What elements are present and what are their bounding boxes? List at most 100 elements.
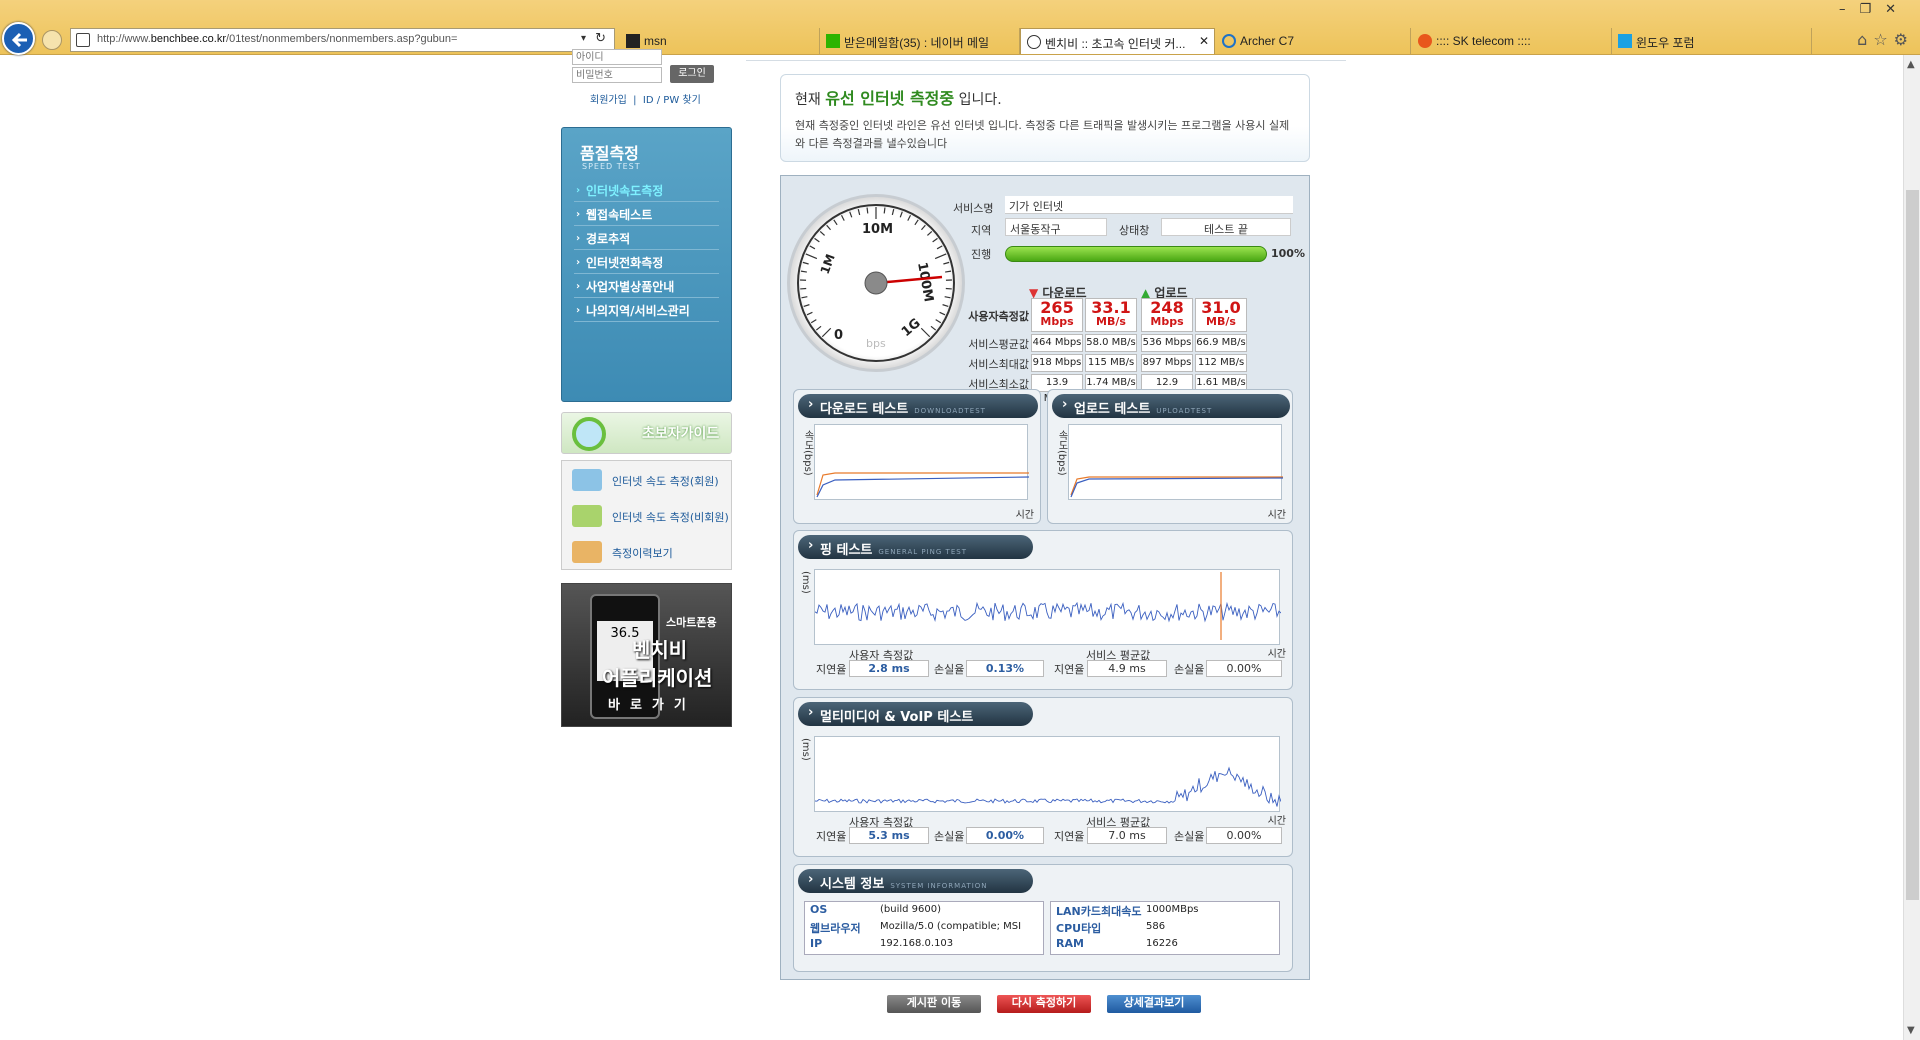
scroll-up-icon[interactable]: ▲ [1907,59,1915,70]
scrollbar-thumb[interactable] [1906,190,1919,900]
gauge-tick [819,230,826,236]
upload-test-box: 업로드 테스트UPLOADTEST 속도(bps) 시간 [1047,389,1293,524]
ping-avg-loss-label: 손실율 [1174,663,1205,676]
benchbee-icon [1027,35,1041,49]
row-label-user: 사용자측정값 [968,310,1029,323]
vertical-scrollbar[interactable]: ▲ ▼ [1903,55,1920,1040]
upload-test-title: 업로드 테스트UPLOADTEST [1052,394,1290,418]
find-id-link[interactable]: ID / PW 찾기 [643,95,701,106]
gauge-tick [866,207,869,214]
home-icon[interactable]: ⌂ [1857,30,1873,49]
avg-up-mbs: 66.9 MB/s [1195,334,1247,352]
link-member-test[interactable]: 인터넷 속도 측정(회원) [612,473,719,489]
service-name-label: 서비스명 [953,202,994,215]
voip-user-loss: 0.00% [966,827,1044,844]
ping-test-title: 핑 테스트GENERAL PING TEST [798,535,1033,559]
password-field[interactable] [572,67,662,83]
nav-item-traceroute[interactable]: 경로추적 [574,228,719,250]
ip-label: IP [810,937,823,950]
gauge-label-10m: 10M [862,222,893,237]
tab-benchbee[interactable]: 벤치비 :: 초고속 인터넷 커... ✕ [1020,28,1215,54]
retest-button[interactable]: 다시 측정하기 [997,995,1091,1013]
toolbar-icons[interactable]: ⌂☆⚙ [1857,30,1914,49]
address-bar[interactable]: http://www.benchbee.co.kr/01test/nonmemb… [70,28,615,52]
nav-item-voip[interactable]: 인터넷전화측정 [574,252,719,274]
user-up-mbs: 31.0 MB/s [1195,298,1247,332]
window-controls[interactable]: –❐✕ [1839,2,1910,17]
voip-plot [814,736,1281,812]
max-down-mbs: 115 MB/s [1085,354,1137,372]
os-label: OS [810,903,828,916]
link-nonmember-test[interactable]: 인터넷 속도 측정(비회원) [612,509,729,525]
gauge-tick [945,270,952,273]
gauge-tick [840,215,845,221]
login-button[interactable]: 로그인 [670,65,714,83]
top-divider [746,60,1346,61]
tab-windows-forum[interactable]: 윈도우 포럼 [1612,28,1812,54]
avg-down-mbps: 464 Mbps [1031,334,1083,352]
download-test-title: 다운로드 테스트DOWNLOADTEST [798,394,1038,418]
nav-item-speed-test[interactable]: 인터넷속도측정 [574,180,719,202]
voip-avg-loss: 0.00% [1206,827,1282,844]
back-arrow-icon [11,32,27,48]
cpu-value: 586 [1146,921,1166,932]
gauge-tick [926,230,933,236]
nav-item-products[interactable]: 사업자별상품안내 [574,276,719,298]
tab-archer[interactable]: Archer C7 [1216,28,1411,54]
forward-button[interactable] [42,30,62,50]
ping-user-latency-label: 지연율 [816,663,847,676]
nav-subtitle: SPEED TEST [582,162,641,171]
nav-item-my-region[interactable]: 나의지역/서비스관리 [574,300,719,322]
download-chart [816,472,1029,498]
login-box: 로그인 회원가입 | ID / PW 찾기 [572,49,732,110]
gauge-tick [939,311,946,316]
gauge-tick [833,219,838,226]
ram-value: 16226 [1146,938,1178,949]
sktelecom-icon [1418,34,1432,48]
app-line1: 스마트폰용 [666,616,717,629]
system-info-title: 시스템 정보SYSTEM INFORMATION [798,869,1033,893]
tab-naver-mail[interactable]: 받은메일함(35) : 네이버 메일 [820,28,1020,54]
gauge-tick [805,253,818,260]
lan-value: 1000MBps [1146,904,1199,915]
ip-value: 192.168.0.103 [880,938,954,949]
app-line3: 어플리케이션 [602,666,713,690]
voip-user-latency-label: 지연율 [816,830,847,843]
gauge-tick [930,325,937,331]
gauge-tick [934,253,947,260]
gear-icon[interactable]: ⚙ [1894,30,1914,49]
dropdown-icon[interactable]: ▾ [581,33,586,44]
upload-plot [1068,424,1283,500]
join-link[interactable]: 회원가입 [590,95,627,106]
nav-title: 품질측정 [580,144,639,163]
gauge-tick [883,207,886,214]
beginner-guide-banner[interactable]: 초보자가이드 [561,412,732,454]
board-button[interactable]: 게시판 이동 [887,995,981,1013]
id-field[interactable] [572,49,662,65]
scroll-down-icon[interactable]: ▼ [1907,1025,1915,1036]
gauge-tick [815,325,822,331]
close-tab-icon[interactable]: ✕ [1199,34,1209,48]
app-line4: 바로가기 [608,698,696,713]
link-history[interactable]: 측정이력보기 [612,545,673,561]
tab-sktelecom[interactable]: :::: SK telecom :::: [1412,28,1612,54]
ping-user-latency: 2.8 ms [849,660,929,677]
detail-button[interactable]: 상세결과보기 [1107,995,1201,1013]
refresh-icon[interactable]: ↻ [595,31,606,46]
voip-test-title: 멀티미디어 & VoIP 테스트 [798,702,1033,726]
gauge-tick [914,219,919,226]
gauge-label-1m: 1M [818,252,838,276]
app-banner[interactable]: 36.5 스마트폰용 벤치비 어플리케이션 바로가기 [561,583,732,727]
ping-avg-latency-label: 지연율 [1054,663,1085,676]
gauge-tick [857,208,861,216]
gauge-tick [800,270,807,273]
ping-avg-latency: 4.9 ms [1087,660,1167,677]
favorites-icon[interactable]: ☆ [1873,30,1893,49]
browser-chrome: http://www.benchbee.co.kr/01test/nonmemb… [0,0,1920,55]
voip-user-latency: 5.3 ms [849,827,929,844]
voip-avg-latency-label: 지연율 [1054,830,1085,843]
nav-item-web-test[interactable]: 웹접속테스트 [574,204,719,226]
back-button[interactable] [2,22,35,55]
mail-icon [826,34,840,48]
voip-user-loss-label: 손실율 [934,830,965,843]
